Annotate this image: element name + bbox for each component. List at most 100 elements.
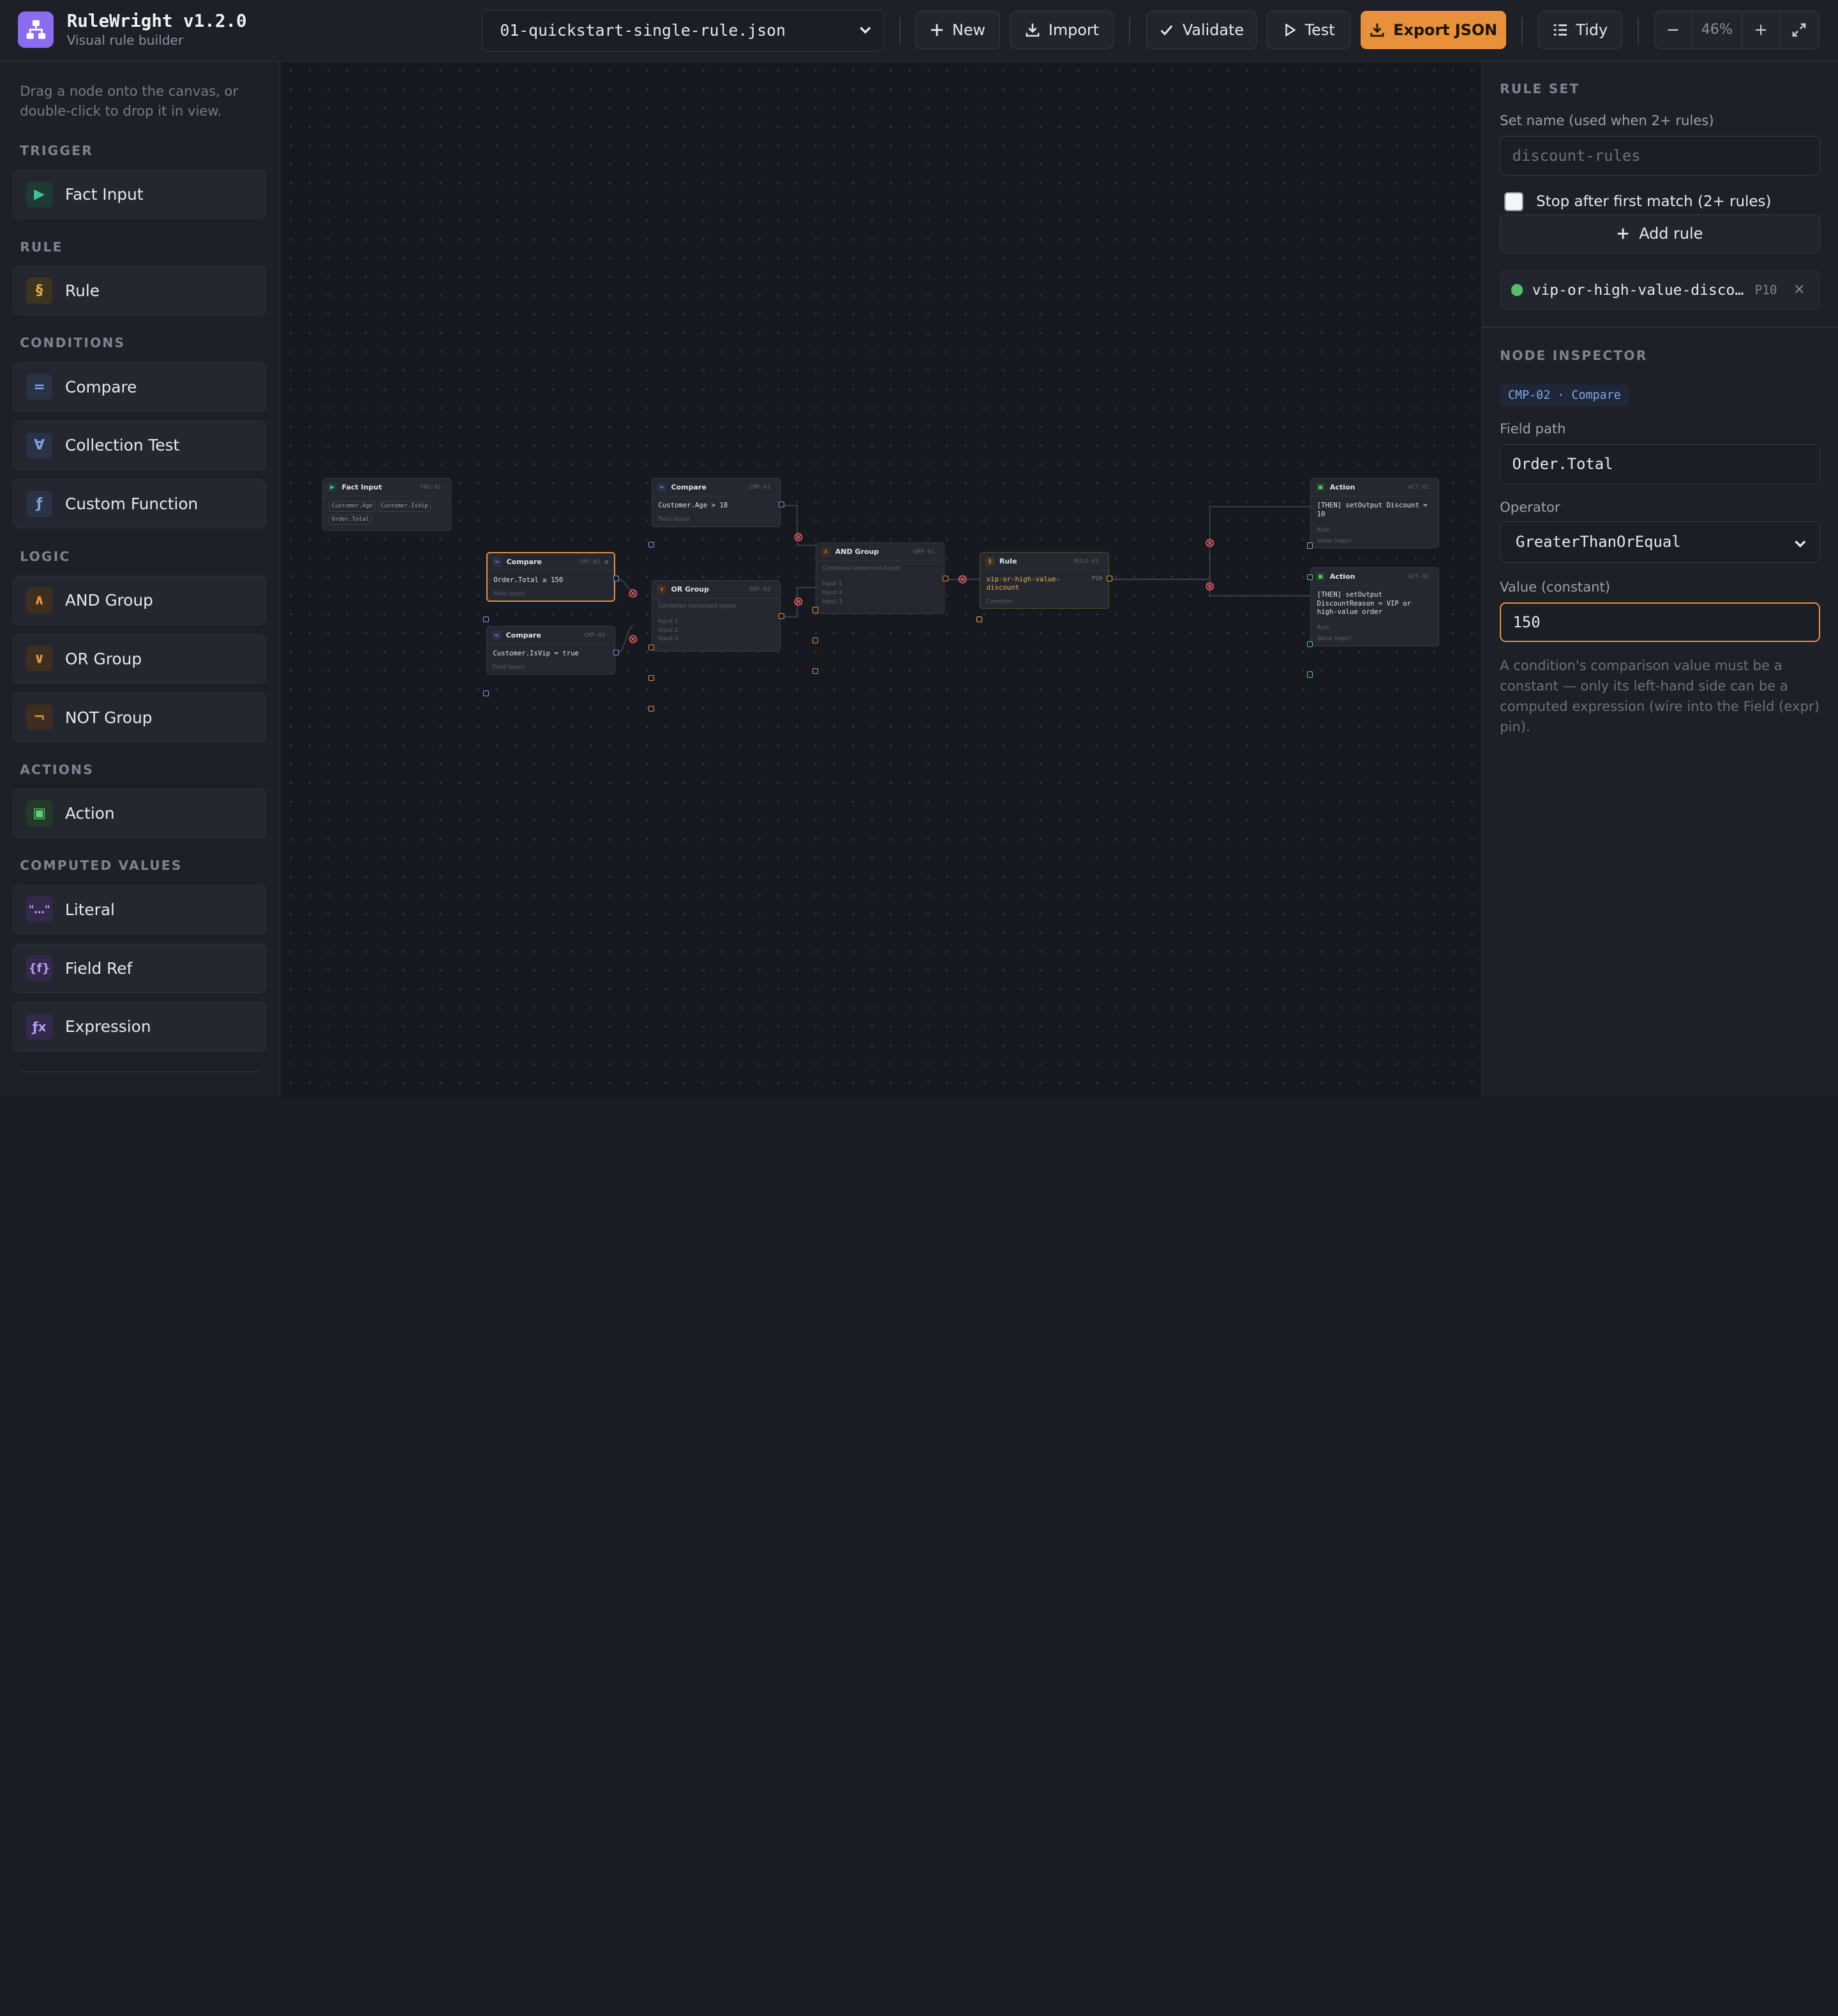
operator-label: Operator [1500, 499, 1560, 516]
fit-view-button[interactable] [1780, 11, 1819, 49]
palette-item-action[interactable]: ▣ Action [13, 789, 266, 839]
input-pin[interactable] [648, 705, 654, 712]
file-select[interactable]: 01-quickstart-single-rule.json [481, 9, 884, 52]
input-pin[interactable] [812, 668, 818, 675]
expand-icon [1792, 23, 1806, 37]
palette-item-collection-test[interactable]: ∀ Collection Test [13, 421, 266, 470]
test-button[interactable]: Test [1267, 10, 1350, 50]
rule-set-heading: RULE SET [1500, 80, 1580, 96]
zoom-controls: − 46% + [1654, 10, 1819, 50]
close-icon[interactable]: × [604, 558, 609, 566]
value-expr-pin[interactable] [1306, 641, 1313, 647]
sidebar-footer-divider [20, 1071, 260, 1072]
node-action-act-01[interactable]: ▣ Action ACT-01 [THEN] setOutput Discount … [1310, 478, 1440, 549]
rule-list-name: vip-or-high-value-discount [1532, 281, 1745, 299]
set-name-input[interactable] [1500, 136, 1820, 176]
tidy-button[interactable]: Tidy [1537, 10, 1622, 50]
node-expression: Customer.Age > 18 [658, 501, 728, 510]
field-path-input[interactable] [1500, 444, 1820, 484]
node-id: CMP-03 [584, 631, 606, 639]
expression-icon: ƒx [26, 1013, 52, 1040]
tidy-layout-icon [1553, 24, 1567, 36]
node-pin-label: Value (expr) [1317, 636, 1352, 643]
import-button[interactable]: Import [1010, 10, 1114, 50]
palette-item-label: Fact Input [65, 185, 144, 204]
output-pin[interactable] [778, 502, 784, 508]
zoom-out-button[interactable]: − [1655, 11, 1692, 49]
input-pin[interactable] [648, 675, 654, 682]
palette-item-custom-function[interactable]: ƒ Custom Function [13, 479, 266, 529]
panel-divider [1482, 327, 1838, 329]
validate-button[interactable]: Validate [1146, 10, 1257, 50]
input-pin[interactable] [812, 638, 818, 644]
check-icon [1160, 25, 1173, 36]
logical-and-icon: ∧ [821, 547, 831, 556]
field-expr-pin[interactable] [648, 541, 654, 548]
node-input-label: Input 2 [658, 627, 678, 634]
node-pin-label: Condition [986, 598, 1013, 605]
remove-rule-icon[interactable]: ✕ [1793, 282, 1805, 298]
node-rule[interactable]: § Rule RULE-01 vip-or-high-value-discount P… [980, 552, 1109, 609]
equals-icon: = [491, 630, 502, 640]
node-and-group[interactable]: ∧ AND Group GRP-01 Combines connected inpu… [816, 542, 945, 615]
value-input[interactable] [1500, 602, 1820, 643]
test-button-label: Test [1304, 20, 1335, 39]
node-pin-label: Rule [1317, 625, 1329, 632]
play-icon: ▶ [327, 482, 338, 492]
rule-pin[interactable] [1306, 574, 1313, 581]
node-compare-cmp-03[interactable]: = Compare CMP-03 Customer.IsVip = true Fie… [486, 625, 616, 675]
field-path-label: Field path [1500, 421, 1566, 437]
stop-first-match-checkbox[interactable] [1504, 192, 1523, 211]
palette-item-field-ref[interactable]: {f} Field Ref [13, 943, 266, 993]
node-or-group[interactable]: ∨ OR Group GRP-02 Combines connected input… [652, 580, 781, 652]
node-input-label: Input 2 [822, 589, 842, 596]
palette-item-fact-input[interactable]: ▶ Fact Input [13, 170, 266, 220]
value-label: Value (constant) [1500, 579, 1611, 595]
field-expr-pin[interactable] [482, 690, 489, 696]
node-id: ACT-01 [1408, 484, 1430, 491]
operator-select[interactable]: GreaterThanOrEqual [1500, 521, 1820, 563]
palette-item-compare[interactable]: = Compare [13, 362, 266, 412]
output-pin[interactable] [613, 575, 619, 581]
output-pin[interactable] [778, 613, 784, 619]
node-compare-cmp-02[interactable]: = Compare CMP-02 × Order.Total ≥ 150 Field … [486, 552, 616, 602]
node-pin-label: Field (expr) [493, 664, 525, 671]
node-expression: Order.Total ≥ 150 [493, 575, 564, 584]
node-fact-input[interactable]: ▶ Fact Input TRG-01 Customer.Age Customer.I… [322, 478, 452, 532]
palette-item-literal[interactable]: "…" Literal [13, 885, 266, 934]
node-action-act-02[interactable]: ▣ Action ACT-02 [THEN] setOutput DiscountR… [1310, 567, 1440, 646]
node-input-label: Input 3 [822, 598, 842, 605]
node-title: Fact Input [341, 483, 382, 492]
rule-list-item[interactable]: vip-or-high-value-discount P10 ✕ [1500, 271, 1820, 310]
export-json-button[interactable]: Export JSON [1361, 10, 1507, 50]
node-id: GRP-01 [913, 548, 935, 556]
field-expr-pin[interactable] [482, 616, 489, 623]
input-pin[interactable] [648, 645, 654, 651]
palette-item-rule[interactable]: § Rule [13, 265, 266, 316]
palette-item-not-group[interactable]: ¬ NOT Group [13, 692, 266, 742]
rule-canvas[interactable]: ▶ Fact Input TRG-01 Customer.Age Customer.I… [281, 61, 1481, 1098]
output-pin[interactable] [613, 649, 619, 655]
value-expr-pin[interactable] [1306, 671, 1313, 678]
node-compare-cmp-01[interactable]: = Compare CMP-01 Customer.Age > 18 Field (… [652, 478, 781, 527]
app-title: RuleWright v1.2.0 [66, 10, 247, 31]
output-pin[interactable] [1106, 575, 1112, 581]
section-actions: ACTIONS [20, 761, 94, 777]
for-all-icon: ∀ [26, 432, 52, 459]
equals-icon: = [26, 373, 52, 400]
node-pin-label: Rule [1317, 526, 1329, 534]
palette-item-and-group[interactable]: ∧ AND Group [13, 575, 266, 625]
import-button-label: Import [1048, 20, 1099, 39]
palette-item-or-group[interactable]: ∨ OR Group [13, 634, 266, 683]
add-rule-button[interactable]: Add rule [1500, 214, 1820, 253]
palette-item-label: Literal [65, 900, 115, 919]
palette-hint: Drag a node onto the canvas, or double-c… [20, 82, 239, 119]
input-pin[interactable] [812, 607, 818, 613]
condition-pin[interactable] [976, 616, 983, 623]
palette-item-expression[interactable]: ƒx Expression [13, 1002, 266, 1052]
new-button[interactable]: New [915, 10, 1000, 50]
zoom-in-button[interactable]: + [1742, 11, 1780, 49]
palette-item-label: AND Group [65, 590, 153, 609]
output-pin[interactable] [942, 575, 948, 581]
rule-pin[interactable] [1306, 542, 1313, 549]
